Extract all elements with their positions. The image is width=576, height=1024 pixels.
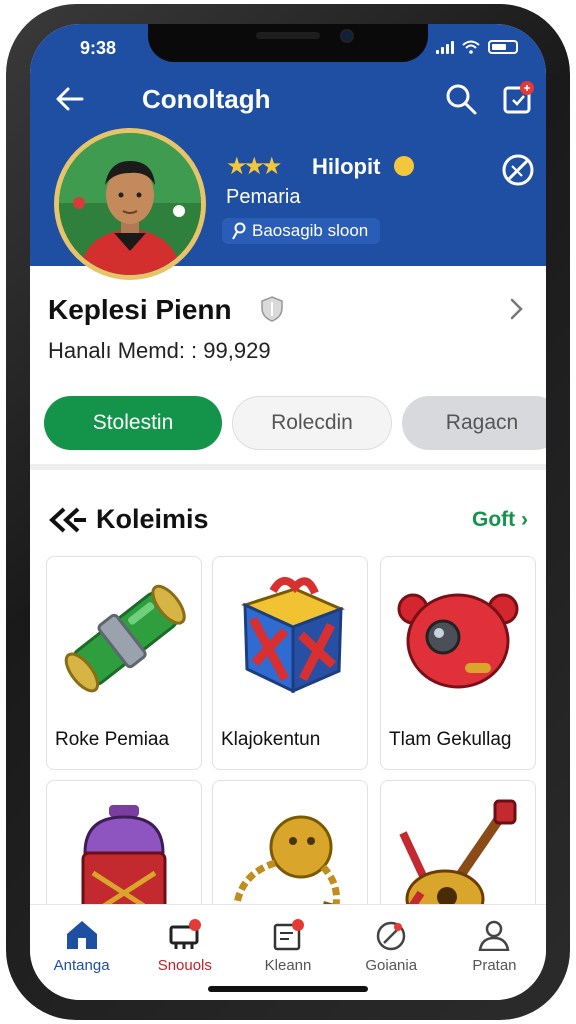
section-divider (30, 464, 546, 470)
phone-frame: 9:38 Conoltagh ★★★ Hilopit Pemaria Baosa… (6, 4, 570, 1020)
profile-header: 9:38 Conoltagh ★★★ Hilopit Pemaria Baosa… (30, 24, 546, 280)
chevron-right-icon[interactable] (506, 296, 526, 322)
tab-home[interactable]: Antanga (30, 905, 133, 1000)
username: Hilopit (312, 154, 381, 179)
collection-header: Koleimis Goft › (48, 500, 528, 540)
collection-title: Koleimis (96, 504, 209, 534)
wifi-icon (462, 40, 480, 54)
tertiary-action-button[interactable]: Ragacn (402, 396, 546, 450)
search-icon[interactable] (444, 82, 478, 116)
smile-emoji-icon (394, 156, 414, 176)
pin-icon (232, 222, 246, 240)
speaker (256, 32, 320, 39)
compass-icon (376, 921, 406, 951)
front-camera (340, 29, 354, 43)
profile-subtitle: Pemaria (226, 186, 301, 208)
double-chevron-icon (49, 507, 86, 533)
red-robot-icon (397, 593, 519, 689)
avatar[interactable] (54, 128, 206, 280)
edit-compass-icon[interactable] (500, 152, 536, 188)
profile-tag-label: Baosagib sloon (252, 221, 369, 240)
tab-label: Antanga (53, 957, 110, 974)
player-portrait-icon (59, 133, 201, 275)
player-meta: Hanalı Memd: : 99,929 (48, 338, 271, 363)
tab-label: Snouols (157, 957, 212, 974)
calendar-icon (273, 919, 304, 951)
home-icon (66, 921, 97, 949)
player-card: Keplesi Pienn Hanalı Memd: : 99,929 Stol… (30, 266, 546, 466)
collection-item-label: Klajokentun (221, 729, 321, 750)
player-name: Keplesi Pienn (48, 294, 232, 325)
tab-label: Pratan (472, 957, 517, 974)
tab-profile[interactable]: Pratan (443, 905, 546, 1000)
tab-label: Goiania (365, 957, 418, 974)
page-title: Conoltagh (142, 84, 271, 114)
profile-icon (478, 920, 510, 951)
tab-label: Kleann (264, 957, 312, 974)
collection-item[interactable]: Klajokentun (212, 556, 368, 770)
status-time: 9:38 (80, 38, 117, 58)
primary-action-button[interactable]: Stolestin (44, 396, 222, 450)
battery-icon (488, 40, 518, 54)
star-rating-icon: ★★★ (226, 153, 283, 180)
collection-item-label: Tlam Gekullag (389, 729, 512, 750)
notification-icon[interactable] (502, 80, 534, 116)
phone-screen: 9:38 Conoltagh ★★★ Hilopit Pemaria Baosa… (30, 24, 546, 1000)
secondary-action-button[interactable]: Rolecdin (232, 396, 392, 450)
shop-icon (169, 919, 201, 949)
collection-item[interactable]: Roke Pemiaa (46, 556, 202, 770)
profile-tag[interactable]: Baosagib sloon (222, 218, 381, 244)
shield-icon (261, 296, 283, 322)
back-arrow-icon[interactable] (54, 84, 86, 114)
collection-see-all-link[interactable]: Goft › (472, 508, 528, 532)
collection-item-label: Roke Pemiaa (55, 729, 170, 750)
treasure-box-icon (240, 577, 345, 694)
collection-link-label: Goft (472, 508, 516, 531)
collection-item[interactable]: Tlam Gekullag (380, 556, 536, 770)
home-indicator[interactable] (208, 986, 368, 992)
signal-icon (436, 40, 454, 54)
status-icons (436, 40, 518, 54)
notch (148, 24, 428, 62)
green-tube-icon (64, 584, 186, 693)
